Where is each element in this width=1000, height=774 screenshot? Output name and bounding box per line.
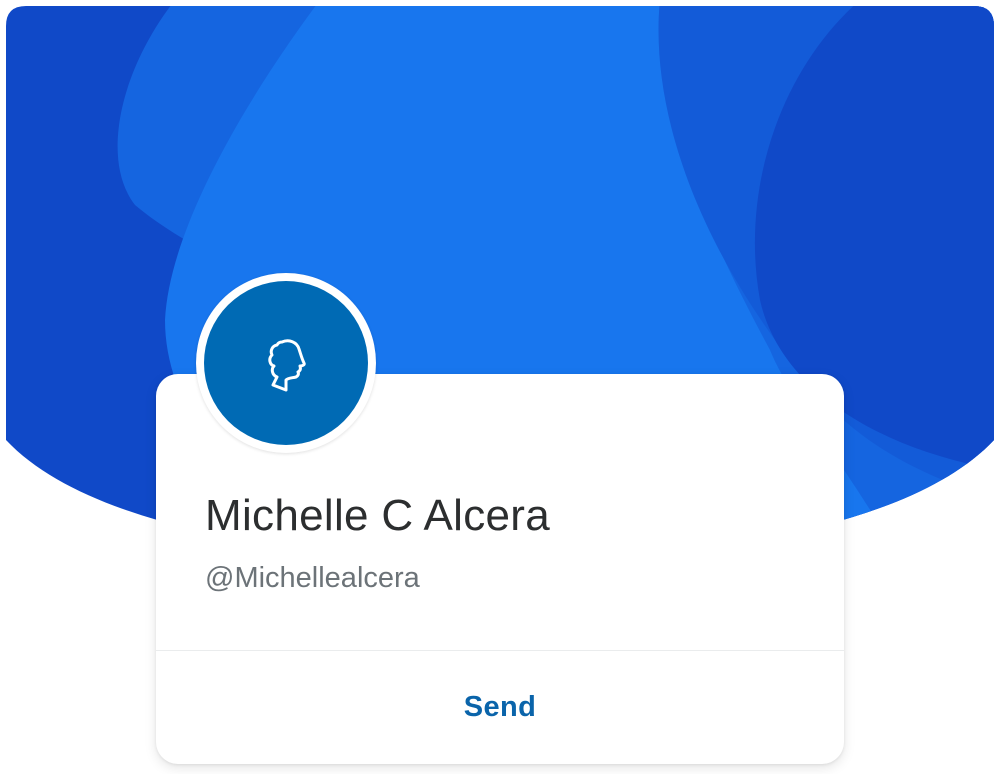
profile-head-icon — [268, 339, 306, 392]
profile-handle: @Michellealcera — [205, 562, 420, 594]
avatar[interactable] — [204, 281, 368, 445]
avatar-ring — [196, 273, 376, 453]
send-button[interactable]: Send — [156, 651, 844, 764]
profile-name: Michelle C Alcera — [205, 491, 551, 540]
send-button-label: Send — [463, 691, 537, 723]
profile-screen: Michelle C Alcera @Michellealcera Send — [0, 0, 1000, 774]
